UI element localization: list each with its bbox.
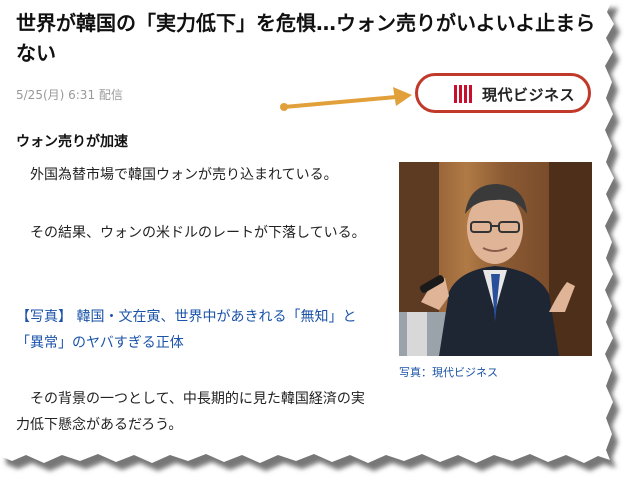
article-photo[interactable] (399, 162, 592, 356)
article-card: 世界が韓国の「実力低下」を危惧…ウォン売りがいよいよ止まらない 5/25(月) … (0, 0, 612, 468)
source-name: 現代ビジネス (482, 86, 576, 104)
article-title[interactable]: 世界が韓国の「実力低下」を危惧…ウォン売りがいよいよ止まらない (16, 8, 596, 68)
person-speaking-photo (399, 162, 592, 356)
gendai-bars-icon (454, 85, 472, 103)
article-dateline: 5/25(月) 6:31 配信 (16, 88, 123, 102)
article-paragraph: その結果、ウォンの米ドルのレートが下落している。 (16, 225, 366, 241)
photo-caption[interactable]: 写真：現代ビジネス (399, 364, 498, 380)
article-paragraph: その背景の一つとして、中長期的に見た韓国経済の実力低下懸念があるだろう。 (16, 391, 365, 433)
photo-link[interactable]: 【写真】 韓国・文在寅、世界中があきれる「無知」と「異常」のヤバすぎる正体 (16, 304, 376, 356)
source-badge[interactable]: 現代ビジネス (415, 73, 591, 113)
section-subheading: ウォン売りが加速 (16, 134, 128, 150)
article-paragraph: 外国為替市場で韓国ウォンが売り込まれている。 (16, 167, 338, 183)
